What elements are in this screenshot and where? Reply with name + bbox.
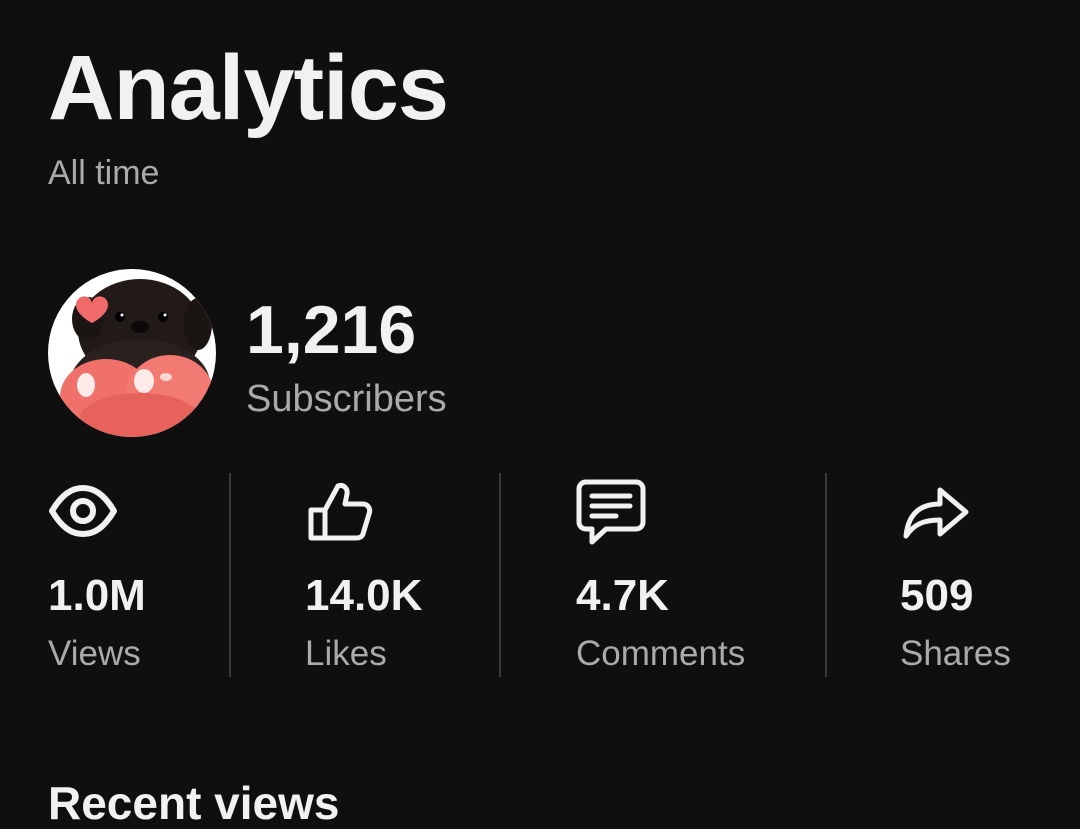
shares-value: 509	[900, 571, 974, 620]
channel-avatar[interactable]	[48, 269, 216, 437]
views-label: Views	[48, 634, 141, 673]
comments-label: Comments	[576, 634, 746, 673]
likes-value: 14.0K	[305, 571, 423, 620]
subscriber-label: Subscribers	[246, 378, 447, 420]
pug-with-heart-avatar	[60, 279, 214, 437]
shares-label: Shares	[900, 634, 1011, 673]
likes-label: Likes	[305, 634, 387, 673]
recent-views-heading: Recent views	[48, 777, 340, 829]
stat-divider	[229, 473, 231, 677]
eye-icon	[49, 485, 117, 537]
stat-likes[interactable]: 14.0K Likes	[305, 476, 422, 671]
time-range-label: All time	[48, 154, 160, 192]
comments-value: 4.7K	[576, 571, 669, 620]
stat-comments[interactable]: 4.7K Comments	[576, 476, 745, 671]
share-icon	[903, 487, 969, 539]
subscriber-count: 1,216	[246, 292, 417, 368]
thumbs-up-icon	[308, 483, 373, 541]
stat-views[interactable]: 1.0M Views	[48, 476, 146, 671]
stat-shares[interactable]: 509 Shares	[900, 476, 1011, 671]
stat-divider	[499, 473, 501, 677]
stat-divider	[825, 473, 827, 677]
views-value: 1.0M	[48, 571, 146, 620]
comment-icon	[576, 479, 646, 545]
page-title: Analytics	[48, 37, 449, 139]
